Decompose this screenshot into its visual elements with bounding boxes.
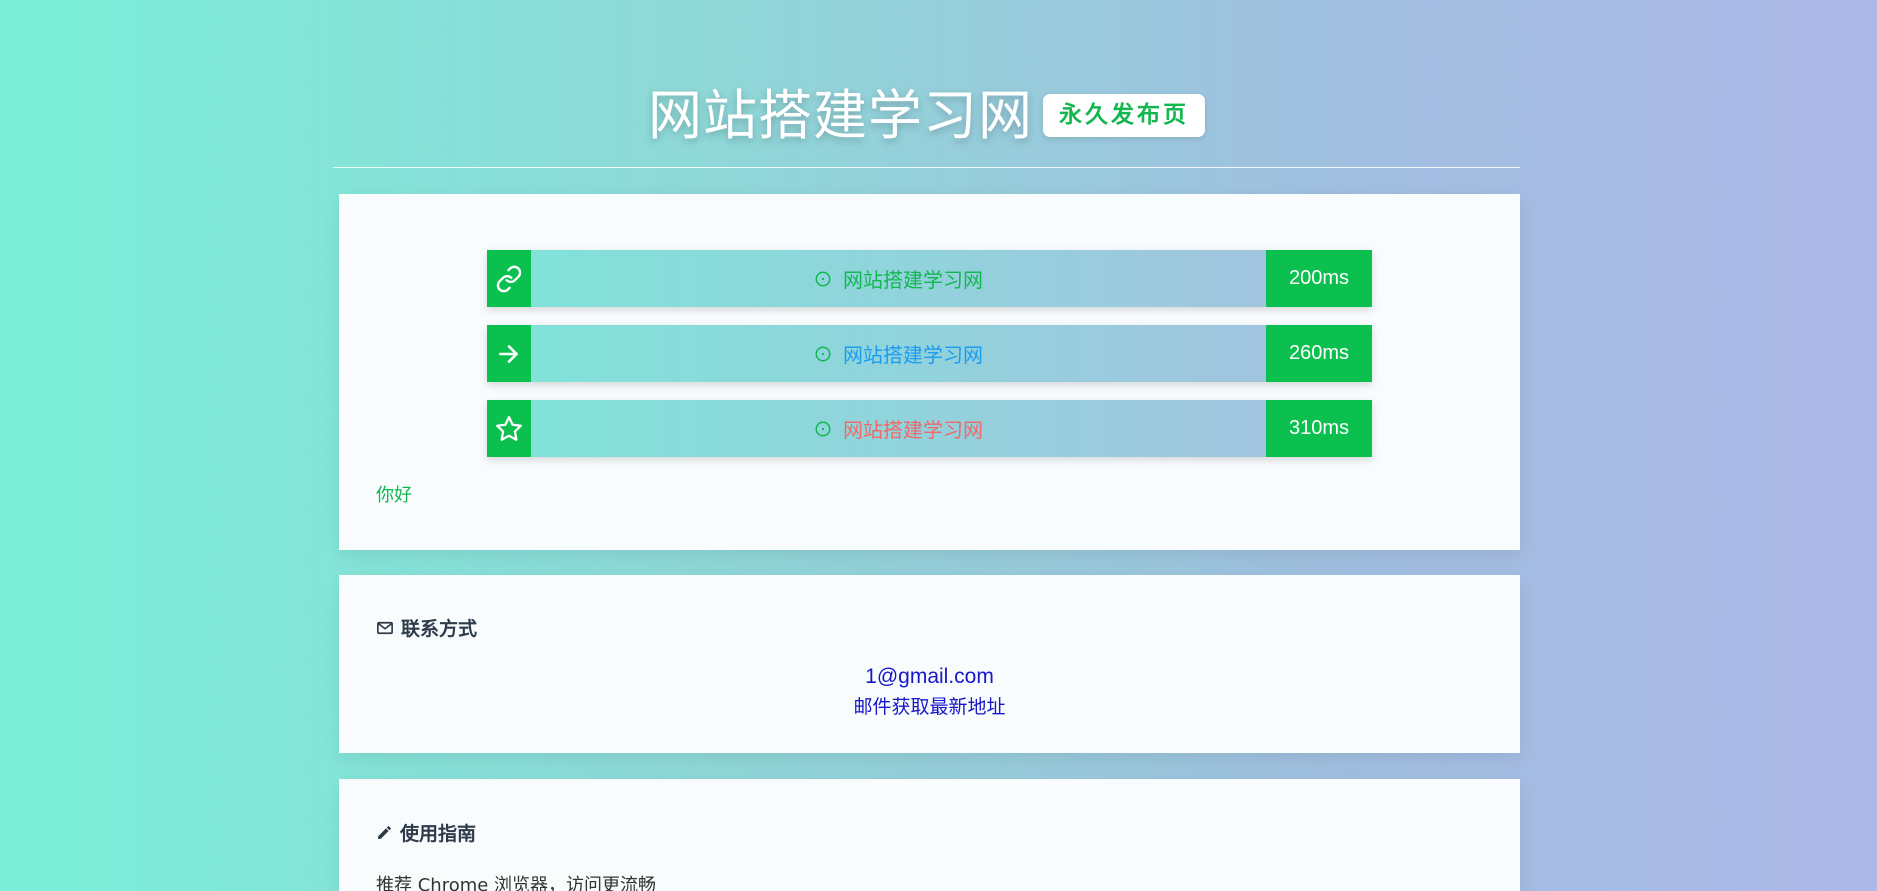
pencil-icon (376, 824, 393, 841)
arrow-right-icon (487, 325, 531, 382)
mirror-link-label-wrap: 网站搭建学习网 (531, 325, 1266, 382)
guide-heading-label: 使用指南 (400, 823, 477, 845)
contact-heading-label: 联系方式 (401, 618, 478, 640)
greeting-text: 你好 (376, 485, 412, 506)
mirror-link-label-wrap: 网站搭建学习网 (531, 250, 1266, 307)
mirror-link-label[interactable]: 网站搭建学习网 (843, 339, 983, 368)
info-circle-icon (814, 270, 832, 288)
mail-icon (376, 619, 394, 637)
star-icon (487, 400, 531, 457)
info-circle-icon (814, 345, 832, 363)
page-header: 网站搭建学习网 永久发布页 (0, 0, 1877, 170)
latency-badge: 310ms (1266, 400, 1372, 457)
guide-heading: 使用指南 (376, 819, 476, 846)
latency-badge: 200ms (1266, 250, 1372, 307)
contact-email-link[interactable]: 1@gmail.com (339, 665, 1520, 689)
contact-note-link[interactable]: 邮件获取最新地址 (339, 692, 1520, 719)
contact-card: 联系方式 1@gmail.com 邮件获取最新地址 (339, 575, 1520, 753)
mirror-link-label[interactable]: 网站搭建学习网 (843, 264, 983, 293)
mirror-link-2[interactable]: 网站搭建学习网 260ms (487, 325, 1372, 382)
latency-badge: 260ms (1266, 325, 1372, 382)
links-card: 网站搭建学习网 200ms 网站搭建学习网 260ms 网站搭建学习网 310m… (339, 194, 1520, 550)
permanent-page-badge: 永久发布页 (1043, 94, 1205, 137)
info-circle-icon (814, 420, 832, 438)
guide-card: 使用指南 推荐 Chrome 浏览器，访问更流畅 (339, 779, 1520, 891)
site-title: 网站搭建学习网 (648, 84, 1033, 147)
guide-text: 推荐 Chrome 浏览器，访问更流畅 (376, 875, 657, 891)
contact-heading: 联系方式 (376, 614, 477, 641)
mirror-link-label[interactable]: 网站搭建学习网 (843, 414, 983, 443)
link-icon (487, 250, 531, 307)
mirror-link-label-wrap: 网站搭建学习网 (531, 400, 1266, 457)
mirror-link-1[interactable]: 网站搭建学习网 200ms (487, 250, 1372, 307)
mirror-link-3[interactable]: 网站搭建学习网 310ms (487, 400, 1372, 457)
header-divider (333, 167, 1520, 168)
